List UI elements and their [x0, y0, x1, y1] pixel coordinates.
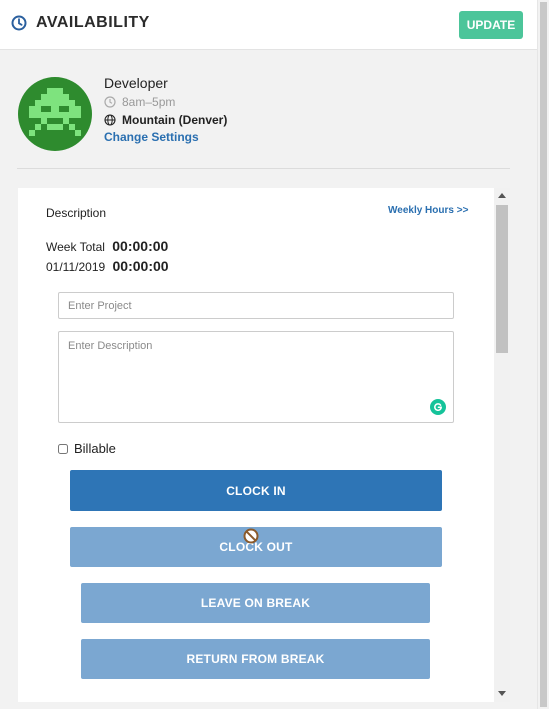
grammarly-g-icon	[434, 403, 442, 411]
not-allowed-cursor-icon	[243, 528, 259, 544]
avatar	[18, 77, 92, 151]
description-heading: Description	[46, 206, 107, 220]
change-settings-link[interactable]: Change Settings	[104, 130, 199, 144]
week-total-value: 00:00:00	[112, 238, 169, 254]
window-scrollbar-thumb[interactable]	[540, 2, 547, 707]
billable-checkbox[interactable]	[58, 443, 68, 454]
scroll-down-icon[interactable]	[498, 691, 506, 696]
divider	[17, 168, 510, 169]
billable-option[interactable]: Billable	[58, 441, 116, 456]
page-title: AVAILABILITY	[36, 14, 150, 31]
project-input[interactable]	[58, 292, 454, 319]
panel-scrollbar[interactable]	[494, 188, 510, 702]
clock-icon	[104, 96, 116, 108]
return-from-break-button[interactable]: RETURN FROM BREAK	[81, 639, 430, 679]
timezone: Mountain (Denver)	[104, 113, 227, 127]
weekly-hours-link[interactable]: Weekly Hours >>	[388, 205, 468, 216]
user-role: Developer	[104, 75, 168, 91]
grammarly-icon[interactable]	[430, 399, 446, 415]
update-button[interactable]: UPDATE	[459, 11, 523, 39]
billable-label: Billable	[74, 441, 116, 456]
scroll-up-icon[interactable]	[498, 193, 506, 198]
leave-on-break-button[interactable]: LEAVE ON BREAK	[81, 583, 430, 623]
week-total-label: Week Total	[46, 240, 105, 254]
space-invader-icon	[29, 88, 81, 136]
window-scrollbar[interactable]	[537, 0, 549, 709]
working-hours: 8am–5pm	[104, 95, 175, 109]
globe-icon	[104, 114, 116, 126]
clock-icon	[11, 15, 27, 31]
description-input[interactable]	[58, 331, 454, 423]
timezone-text: Mountain (Denver)	[122, 113, 228, 127]
header-bar: AVAILABILITY UPDATE	[0, 0, 537, 50]
day-total-value: 00:00:00	[112, 258, 169, 274]
panel-scrollbar-thumb[interactable]	[496, 205, 508, 353]
clock-in-button[interactable]: CLOCK IN	[70, 470, 442, 511]
working-hours-text: 8am–5pm	[122, 95, 176, 109]
week-total: Week Total 00:00:00	[46, 238, 168, 254]
day-total-date: 01/11/2019	[46, 260, 106, 274]
day-total: 01/11/2019 00:00:00	[46, 258, 169, 274]
